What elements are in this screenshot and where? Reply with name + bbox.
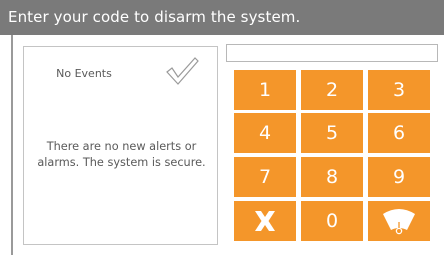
key-5-label: 5 <box>325 122 339 144</box>
check-icon <box>166 57 199 85</box>
key-8[interactable]: 8 <box>301 157 363 197</box>
key-3-label: 3 <box>392 79 406 101</box>
events-message: There are no new alerts or alarms. The s… <box>37 140 206 169</box>
siren-icon <box>383 209 415 235</box>
key-8-label: 8 <box>325 166 339 188</box>
page-header: Enter your code to disarm the system. <box>0 0 444 35</box>
header-title: Enter your code to disarm the system. <box>8 8 301 26</box>
panic-key[interactable] <box>368 201 430 241</box>
key-3[interactable]: 3 <box>368 70 430 110</box>
key-6[interactable]: 6 <box>368 113 430 153</box>
key-2[interactable]: 2 <box>301 70 363 110</box>
key-1[interactable]: 1 <box>234 70 296 110</box>
events-title: No Events <box>56 67 112 80</box>
key-4-label: 4 <box>258 122 272 144</box>
clear-key[interactable] <box>234 201 296 241</box>
key-7[interactable]: 7 <box>234 157 296 197</box>
code-input[interactable] <box>226 44 438 62</box>
key-9[interactable]: 9 <box>368 157 430 197</box>
key-5[interactable]: 5 <box>301 113 363 153</box>
key-0-label: 0 <box>325 210 339 232</box>
key-2-label: 2 <box>325 79 339 101</box>
key-7-label: 7 <box>258 166 272 188</box>
events-panel: No Events There are no new alerts or ala… <box>23 46 218 245</box>
key-9-label: 9 <box>392 166 406 188</box>
key-6-label: 6 <box>392 122 406 144</box>
left-divider <box>11 35 13 255</box>
key-0[interactable]: 0 <box>301 201 363 241</box>
x-icon <box>255 211 275 231</box>
key-4[interactable]: 4 <box>234 113 296 153</box>
key-1-label: 1 <box>258 79 272 101</box>
